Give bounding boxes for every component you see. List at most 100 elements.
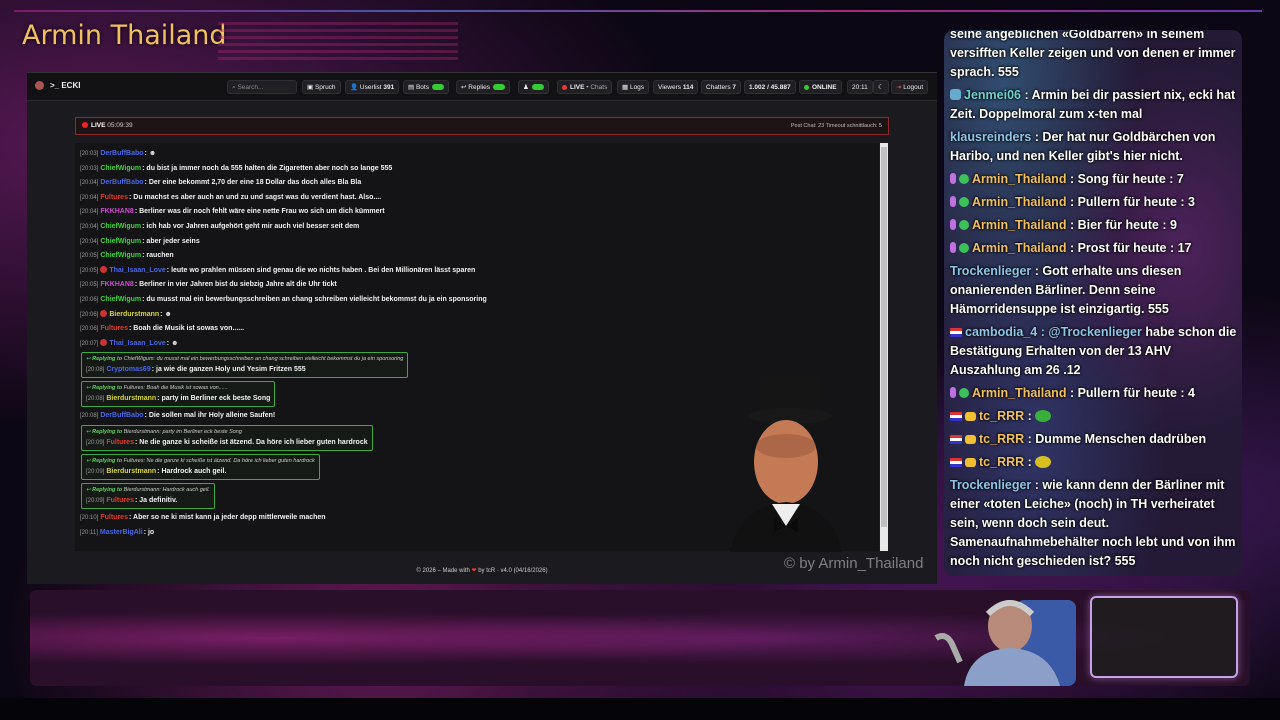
chatters-stat: Chatters 7 bbox=[701, 80, 742, 94]
message-username[interactable]: ChiefWigum bbox=[100, 165, 141, 172]
message-text: Du machst es aber auch an und zu und sag… bbox=[133, 193, 382, 201]
reply-context: ↩ Replying to Bierdurstmann: Hardrock au… bbox=[86, 485, 210, 495]
bots-switch[interactable] bbox=[431, 84, 444, 91]
replies-switch[interactable] bbox=[492, 84, 505, 91]
overlay-message-text: : Pullern für heute : 4 bbox=[1069, 386, 1195, 400]
app-logo[interactable]: >_ ECKI bbox=[35, 81, 80, 91]
message-username[interactable]: Fultures bbox=[106, 497, 134, 504]
message-username[interactable]: Fultures bbox=[100, 325, 128, 332]
message-time: [20:10] bbox=[80, 514, 99, 521]
message-text: Die sollen mal ihr Holy alleine Saufen! bbox=[148, 412, 276, 420]
message-username[interactable]: Thai_Isaan_Love bbox=[109, 267, 165, 274]
message-username[interactable]: Fultures bbox=[106, 439, 134, 446]
message-username[interactable]: ChiefWigum bbox=[100, 296, 141, 303]
scrollbar-thumb[interactable] bbox=[881, 147, 887, 527]
theme-toggle-moon-icon[interactable]: ☾ bbox=[873, 80, 889, 94]
overlay-username: tc_RRR bbox=[979, 455, 1025, 469]
overlay-username: tc_RRR bbox=[979, 409, 1025, 423]
message-username[interactable]: Fultures bbox=[100, 194, 128, 201]
message-username[interactable]: ChiefWigum bbox=[100, 223, 141, 230]
uptime: 05:09:39 bbox=[107, 122, 133, 129]
live-stats: Post Chat: 23 Timeout schnittlauch: 5 bbox=[790, 123, 882, 129]
online-icon bbox=[804, 84, 809, 90]
reply-quoted: ChiefWigum: du musst mal ein bewerbungss… bbox=[123, 356, 404, 363]
replies-toggle[interactable]: ↩ Replies bbox=[456, 80, 510, 94]
message-time: [20:08] bbox=[86, 367, 105, 374]
chatters-label: Chatters bbox=[706, 84, 731, 91]
message-username[interactable]: ChiefWigum bbox=[100, 238, 141, 245]
verified-badge-icon bbox=[959, 243, 969, 253]
message-time: [20:04] bbox=[80, 223, 99, 230]
live-chats-button[interactable]: LIVE • Chats bbox=[557, 80, 613, 94]
message-username[interactable]: DerBuffBabo bbox=[100, 150, 143, 157]
message-username[interactable]: DerBuffBabo bbox=[100, 179, 143, 186]
message-username[interactable]: Bierdurstmann bbox=[109, 311, 159, 318]
frame-accent-line bbox=[14, 10, 1262, 12]
search-input[interactable]: ⌕ Search... bbox=[227, 80, 297, 94]
heart-icon: ❤ bbox=[471, 568, 477, 574]
message-text: Aber so ne ki mist kann ja jeder depp mi… bbox=[133, 513, 326, 521]
chat-message: [20:08] Cryptomas69: ja wie die ganzen Ho… bbox=[86, 364, 403, 376]
watermark: © by Armin_Thailand bbox=[784, 555, 924, 572]
message-username[interactable]: FKKHAN8 bbox=[100, 208, 133, 215]
message-username[interactable]: Thai_Isaan_Love bbox=[109, 340, 165, 347]
message-text: leute wo prahlen müssen sind genau die w… bbox=[171, 266, 476, 274]
message-text: Ne die ganze ki scheiße ist ätzend. Da h… bbox=[139, 438, 368, 446]
clock: 20:11 bbox=[847, 80, 873, 94]
crown-badge-icon bbox=[965, 412, 976, 421]
overlay-chat-message: cambodia_4 : @Trockenlieger habe schon d… bbox=[950, 323, 1238, 380]
message-time: [20:06] bbox=[80, 296, 99, 303]
overlay-message-text: : Song für heute : 7 bbox=[1069, 172, 1184, 186]
message-username[interactable]: Fultures bbox=[100, 514, 128, 521]
message-username[interactable]: DerBuffBabo bbox=[100, 412, 143, 419]
overlay-chat-message: Armin_Thailand : Song für heute : 7 bbox=[950, 170, 1238, 189]
overlay-message-text: : Prost für heute : 17 bbox=[1069, 241, 1192, 255]
reply-label: Replying to bbox=[92, 428, 123, 435]
webcam-streamer-image bbox=[934, 600, 1076, 686]
reply-context: ↩ Replying to Fultures: Ne die ganze ki … bbox=[86, 456, 315, 466]
chat-message: [20:08] Bierdurstmann: party im Berliner … bbox=[86, 393, 270, 405]
message-username[interactable]: MasterBigAli bbox=[100, 529, 143, 536]
reply-quoted: Fultures: Ne die ganze ki scheiße ist ät… bbox=[123, 457, 315, 464]
user-badge-icon bbox=[100, 310, 108, 318]
message-username[interactable]: FKKHAN8 bbox=[100, 281, 133, 288]
brand-stripes bbox=[218, 22, 458, 62]
overlay-message-text: : Pullern für heute : 3 bbox=[1069, 195, 1195, 209]
message-username[interactable]: Bierdurstmann bbox=[106, 395, 156, 402]
message-username[interactable]: ChiefWigum bbox=[100, 252, 141, 259]
chat-message: [20:04] ChiefWigum: aber jeder seins bbox=[80, 235, 874, 250]
user-badge-icon bbox=[100, 339, 108, 347]
message-text: Ja definitiv. bbox=[139, 496, 178, 504]
userlist-button[interactable]: 👤 Userlist 391 bbox=[345, 80, 400, 94]
live-dot-icon bbox=[562, 84, 567, 90]
overlay-chat-message: Jenmei06 : Armin bei dir passiert nix, e… bbox=[950, 86, 1238, 124]
chat-message: [20:04] ChiefWigum: ich hab vor Jahren au… bbox=[80, 220, 874, 235]
mod-switch[interactable] bbox=[531, 84, 544, 91]
mod-toggle[interactable]: ♟ bbox=[518, 80, 549, 94]
mic-badge-icon bbox=[950, 242, 956, 253]
reply-message: ↩ Replying to Fultures: Ne die ganze ki … bbox=[81, 453, 320, 480]
scrollbar[interactable] bbox=[880, 143, 888, 551]
mic-badge-icon bbox=[950, 173, 956, 184]
message-text: ja wie die ganzen Holy und Yesim Fritzen… bbox=[156, 366, 306, 374]
bots-toggle[interactable]: ▤ Bots bbox=[403, 80, 449, 94]
overlay-chat-message: klausreinders : Der hat nur Goldbärchen … bbox=[950, 128, 1238, 166]
chat-message: [20:04] FKKHAN8: Berliner was dir noch fe… bbox=[80, 205, 874, 220]
logs-button[interactable]: ▦ Logs bbox=[617, 80, 650, 94]
spruch-button[interactable]: ▣ Spruch bbox=[302, 80, 341, 94]
replies-label: Replies bbox=[468, 84, 490, 91]
search-placeholder: Search... bbox=[237, 84, 264, 91]
message-time: [20:05] bbox=[80, 267, 99, 274]
message-username[interactable]: Cryptomas69 bbox=[106, 366, 150, 373]
message-text: du musst mal ein bewerbungsschreiben an … bbox=[146, 295, 487, 303]
message-text: Boah die Musik ist sowas von...... bbox=[133, 325, 245, 333]
reply-context: ↩ Replying to ChiefWigum: du musst mal e… bbox=[86, 354, 403, 364]
reply-label: Replying to bbox=[92, 385, 123, 392]
overlay-message-text: : Dumme Menschen dadrüben bbox=[1027, 432, 1207, 446]
message-username[interactable]: Bierdurstmann bbox=[106, 468, 156, 475]
logout-button[interactable]: ⇥ Logout bbox=[891, 80, 929, 94]
verified-badge-icon bbox=[959, 220, 969, 230]
chat-message: [20:09] Fultures: Ne die ganze ki scheiße… bbox=[86, 437, 368, 449]
spruch-label: Spruch bbox=[314, 84, 336, 91]
reply-context: ↩ Replying to Fultures: Boah die Musik i… bbox=[86, 383, 270, 393]
